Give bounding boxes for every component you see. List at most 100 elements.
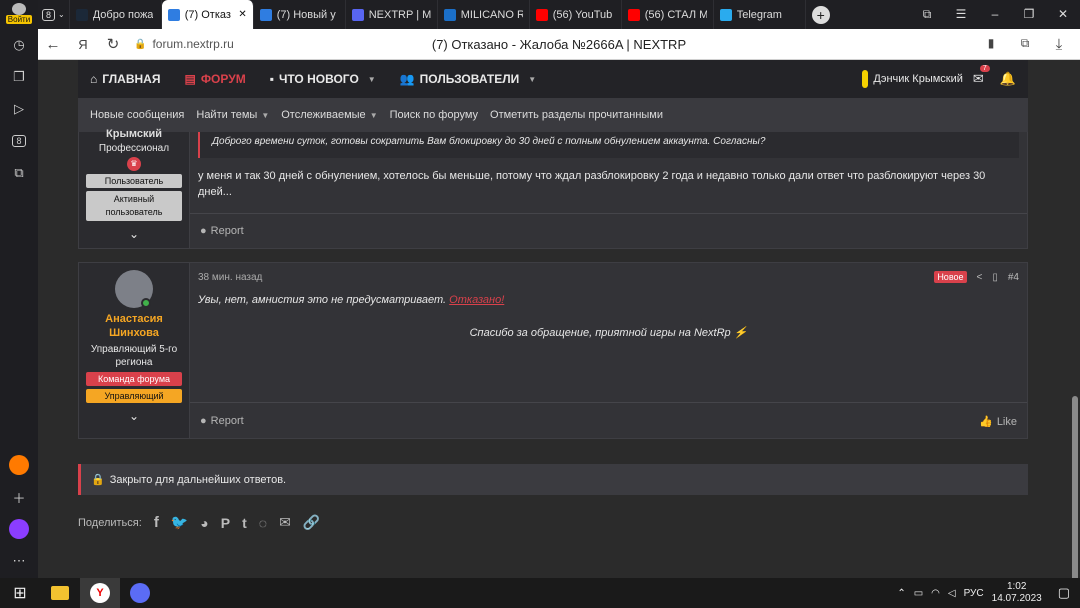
collections-icon[interactable]: ❐ <box>8 66 30 88</box>
account-link[interactable]: Дэнчик Крымский <box>862 70 963 88</box>
reload-button[interactable]: ↻ <box>98 35 128 53</box>
post-time[interactable]: 38 мин. назад <box>198 272 262 283</box>
whatsapp-icon[interactable]: ◌ <box>259 515 267 531</box>
browser-tab[interactable]: (56) СТАЛ М <box>622 0 714 29</box>
bell-icon[interactable]: 🔔 <box>1000 71 1016 87</box>
envelope-icon: ✉ <box>972 71 984 86</box>
share-icon[interactable]: < <box>977 272 983 283</box>
forum-icon <box>167 8 180 21</box>
browser-tab[interactable]: NEXTRP | M <box>346 0 438 29</box>
screenshot-icon[interactable]: ⧉ <box>8 162 30 184</box>
login-button[interactable]: Войти <box>5 3 33 24</box>
facebook-icon[interactable]: f <box>154 514 159 531</box>
forum-icon <box>259 8 272 21</box>
url-field[interactable]: 🔒 forum.nextrp.ru <box>134 37 234 51</box>
chevron-down-icon[interactable]: ⌄ <box>79 227 189 241</box>
tabs-count-icon[interactable]: 8 <box>8 130 30 152</box>
bookmark-icon[interactable]: ▯ <box>992 272 998 283</box>
bookmark-icon[interactable]: ▮ <box>976 36 1006 53</box>
twitter-icon[interactable]: 🐦 <box>171 514 188 531</box>
page-scrollbar[interactable] <box>1070 60 1080 584</box>
menu-icon[interactable]: ☰ <box>944 7 978 22</box>
windows-start-icon[interactable]: ⊞ <box>0 578 40 608</box>
yandex-icon[interactable]: Я <box>68 37 98 52</box>
users-icon: 👥 <box>399 72 415 86</box>
notifications-icon[interactable]: ▢ <box>1058 585 1070 601</box>
reader-icon[interactable]: ⧉ <box>1010 36 1040 53</box>
yandex-browser-icon[interactable]: Y <box>80 578 120 608</box>
lock-icon: 🔒 <box>134 38 147 50</box>
chevron-down-icon[interactable]: ⌄ <box>79 409 189 423</box>
avatar[interactable] <box>115 270 153 308</box>
like-button[interactable]: 👍 Like <box>979 415 1017 429</box>
history-icon[interactable]: ◷ <box>8 34 30 56</box>
wifi-icon[interactable]: ◠ <box>931 588 940 599</box>
youtube-icon <box>535 8 548 21</box>
file-explorer-icon[interactable] <box>40 578 80 608</box>
close-window-button[interactable]: ✕ <box>1046 7 1080 22</box>
browser-tab[interactable]: Telegram <box>714 0 806 29</box>
tab-manager-icon[interactable]: ⧉ <box>910 7 944 22</box>
browser-tab[interactable]: (7) Отказ ✕ <box>161 0 254 29</box>
new-tab-button[interactable]: + <box>806 0 836 29</box>
nav-home[interactable]: ⌂ ГЛАВНАЯ <box>78 60 172 98</box>
youtube-icon <box>627 8 640 21</box>
user-name[interactable]: Крымский <box>79 128 189 140</box>
email-icon[interactable]: ✉ <box>279 514 291 531</box>
download-icon[interactable]: ⤓ <box>1044 36 1074 53</box>
subnav-new-posts[interactable]: Новые сообщения <box>84 109 190 121</box>
user-banner-icon: ♛ <box>127 157 141 171</box>
user-name[interactable]: Анастасия Шинхова <box>93 312 175 340</box>
minimize-button[interactable]: – <box>978 7 1012 22</box>
browser-tab[interactable]: (7) Новый у <box>254 0 346 29</box>
browser-tab[interactable]: Добро пожа <box>70 0 162 29</box>
steam-icon <box>75 8 88 21</box>
flag-icon: ● <box>200 415 207 427</box>
badge-forum-team: Команда форума <box>86 372 182 386</box>
assistant-icon[interactable] <box>8 518 30 540</box>
discord-icon <box>351 8 364 21</box>
subnav-search-forum[interactable]: Поиск по форуму <box>384 109 484 121</box>
chevron-up-icon[interactable]: ⌃ <box>897 588 905 599</box>
restore-button[interactable]: ❐ <box>1012 7 1046 22</box>
back-button[interactable]: ← <box>38 36 68 53</box>
clock[interactable]: 1:02 14.07.2023 <box>992 581 1042 605</box>
alice-app-icon[interactable] <box>8 454 30 476</box>
browser-tab[interactable]: (56) YouTub <box>530 0 622 29</box>
post-2: Анастасия Шинхова Управляющий 5-го регио… <box>78 262 1028 439</box>
tab-count-button[interactable]: 8 ⌄ <box>38 0 70 29</box>
browser-tab[interactable]: MILICANO R <box>438 0 530 29</box>
nav-whats-new[interactable]: ▪ ЧТО НОВОГО ▼ <box>258 60 388 98</box>
video-icon[interactable]: ▷ <box>8 98 30 120</box>
scrollbar-thumb[interactable] <box>1072 396 1078 584</box>
report-button[interactable]: ● Report <box>200 225 244 237</box>
forum-subnav: Новые сообщения Найти темы ▼ Отслеживаемы… <box>78 98 1028 132</box>
tab-bar: 8 ⌄ Добро пожа (7) Отказ ✕ (7) Новый у NEXTR… <box>38 0 1080 29</box>
link-icon[interactable]: 🔗 <box>303 514 320 531</box>
lightning-icon: ⚡ <box>733 327 748 339</box>
subnav-watched[interactable]: Отслеживаемые ▼ <box>275 109 383 121</box>
pinterest-icon[interactable]: P <box>221 515 230 531</box>
volume-icon[interactable]: ◁ <box>948 588 956 599</box>
reddit-icon[interactable]: ◕ <box>200 515 208 531</box>
language-indicator[interactable]: РУС <box>964 588 984 599</box>
tumblr-icon[interactable]: t <box>242 515 247 531</box>
address-bar: ← Я ↻ 🔒 forum.nextrp.ru (7) Отказано - Ж… <box>38 29 1080 60</box>
battery-icon[interactable]: ▭ <box>914 588 923 599</box>
post-1: Крымский Профессионал ♛ Пользователь Акт… <box>78 128 1028 249</box>
badge-manager: Управляющий <box>86 389 182 403</box>
nav-users[interactable]: 👥 ПОЛЬЗОВАТЕЛИ ▼ <box>388 60 549 98</box>
nav-forum[interactable]: ▤ ФОРУМ <box>172 60 257 98</box>
plus-icon: + <box>811 5 830 24</box>
close-tab-icon[interactable]: ✕ <box>238 9 246 20</box>
more-icon[interactable]: ⋯ <box>8 550 30 572</box>
add-panel-icon[interactable]: ＋ <box>8 486 30 508</box>
avatar <box>862 70 869 88</box>
tab-title: MILICANO R <box>460 8 523 21</box>
post-number[interactable]: #4 <box>1008 272 1019 283</box>
app-icon[interactable] <box>120 578 160 608</box>
subnav-mark-read[interactable]: Отметить разделы прочитанными <box>484 109 669 121</box>
messages-button[interactable]: ✉ 7 <box>972 65 990 87</box>
subnav-find-threads[interactable]: Найти темы ▼ <box>190 109 275 121</box>
report-button[interactable]: ● Report <box>200 415 244 427</box>
